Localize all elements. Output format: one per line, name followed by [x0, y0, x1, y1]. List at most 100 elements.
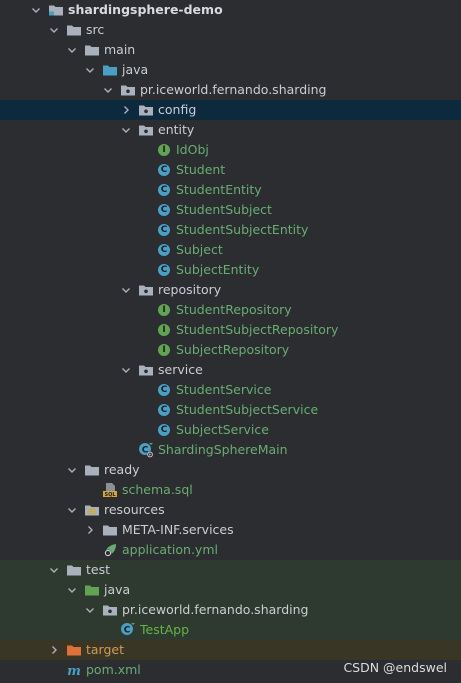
- folder-icon: [102, 522, 118, 538]
- tree-node-ready[interactable]: ready: [0, 460, 461, 480]
- tree-node-subjectservice[interactable]: C SubjectService: [0, 420, 461, 440]
- class-icon: C: [156, 422, 172, 438]
- tree-node-application-yml[interactable]: application.yml: [0, 540, 461, 560]
- tree-node-studentservice[interactable]: C StudentService: [0, 380, 461, 400]
- tree-node-meta-inf-services[interactable]: META-INF.services: [0, 520, 461, 540]
- package-icon: [138, 102, 154, 118]
- interface-icon: I: [156, 302, 172, 318]
- tree-node-target[interactable]: target: [0, 640, 461, 660]
- tree-node-label: SubjectRepository: [176, 342, 290, 357]
- chevron-down-icon[interactable]: [102, 84, 114, 96]
- spring-yml-icon: [102, 542, 118, 558]
- tree-node-resources[interactable]: resources: [0, 500, 461, 520]
- resources-folder-icon: [84, 502, 100, 518]
- tree-node-label: repository: [158, 282, 222, 297]
- tree-node-label: java: [104, 582, 131, 597]
- tree-node-studentsubjectrepository[interactable]: I StudentSubjectRepository: [0, 320, 461, 340]
- tree-node-label: schema.sql: [122, 482, 193, 497]
- tree-node-subjectentity[interactable]: C SubjectEntity: [0, 260, 461, 280]
- package-icon: [120, 82, 136, 98]
- tree-node-label: META-INF.services: [122, 522, 234, 537]
- tree-node-studentrepository[interactable]: I StudentRepository: [0, 300, 461, 320]
- chevron-down-icon[interactable]: [48, 564, 60, 576]
- tree-node-label: Subject: [176, 242, 223, 257]
- tree-node-java[interactable]: java: [0, 60, 461, 80]
- tree-node-repository[interactable]: repository: [0, 280, 461, 300]
- tree-node-student[interactable]: C Student: [0, 160, 461, 180]
- tree-node-studentsubjectentity[interactable]: C StudentSubjectEntity: [0, 220, 461, 240]
- chevron-down-icon[interactable]: [84, 604, 96, 616]
- chevron-down-icon[interactable]: [48, 24, 60, 36]
- project-tree[interactable]: m pom.xml target C TestApp pr.iceworld.fernan…: [0, 0, 461, 683]
- tree-node-schema-sql[interactable]: SQL schema.sql: [0, 480, 461, 500]
- tree-node-entity[interactable]: entity: [0, 120, 461, 140]
- excluded-folder-icon: [66, 642, 82, 658]
- source-folder-icon: [102, 62, 118, 78]
- chevron-right-icon[interactable]: [48, 644, 60, 656]
- tree-node-label: main: [104, 42, 136, 57]
- tree-node-subjectrepository[interactable]: I SubjectRepository: [0, 340, 461, 360]
- tree-node-main[interactable]: main: [0, 40, 461, 60]
- class-icon: C: [156, 162, 172, 178]
- class-icon: C: [156, 402, 172, 418]
- tree-node-idobj[interactable]: I IdObj: [0, 140, 461, 160]
- tree-node-label: config: [158, 102, 197, 117]
- tree-node-label: java: [122, 62, 149, 77]
- tree-node-shardingsphere-demo[interactable]: shardingsphere-demo: [0, 0, 461, 20]
- folder-icon: [66, 22, 82, 38]
- module-folder-icon: [48, 2, 64, 18]
- chevron-down-icon[interactable]: [120, 284, 132, 296]
- tree-node-label: pr.iceworld.fernando.sharding: [122, 602, 309, 617]
- chevron-down-icon[interactable]: [120, 124, 132, 136]
- tree-node-testapp[interactable]: C TestApp: [0, 620, 461, 640]
- tree-node-shardingspheremain[interactable]: C ShardingSphereMain: [0, 440, 461, 460]
- tree-node-studentsubjectservice[interactable]: C StudentSubjectService: [0, 400, 461, 420]
- tree-node-label: target: [86, 642, 125, 657]
- class-icon: C: [156, 382, 172, 398]
- tree-node-label: StudentSubject: [176, 202, 272, 217]
- chevron-down-icon[interactable]: [66, 464, 78, 476]
- tree-node-test[interactable]: test: [0, 560, 461, 580]
- chevron-down-icon[interactable]: [66, 504, 78, 516]
- tree-node-label: SubjectService: [176, 422, 269, 437]
- chevron-down-icon[interactable]: [66, 44, 78, 56]
- tree-node-service[interactable]: service: [0, 360, 461, 380]
- svg-text:C: C: [124, 626, 131, 636]
- tree-node-java[interactable]: java: [0, 580, 461, 600]
- chevron-down-icon[interactable]: [84, 64, 96, 76]
- tree-node-config[interactable]: config: [0, 100, 461, 120]
- tree-node-label: StudentSubjectEntity: [176, 222, 309, 237]
- tree-node-label: shardingsphere-demo: [68, 2, 223, 17]
- spring-test-class-icon: C: [120, 622, 136, 638]
- spring-main-class-icon: C: [138, 442, 154, 458]
- tree-node-studentsubject[interactable]: C StudentSubject: [0, 200, 461, 220]
- tree-node-label: StudentEntity: [176, 182, 262, 197]
- tree-node-label: StudentSubjectService: [176, 402, 319, 417]
- class-icon: C: [156, 202, 172, 218]
- tree-node-pr-iceworld-fernando-sharding[interactable]: pr.iceworld.fernando.sharding: [0, 600, 461, 620]
- class-icon: C: [156, 242, 172, 258]
- chevron-down-icon[interactable]: [66, 584, 78, 596]
- tree-node-studententity[interactable]: C StudentEntity: [0, 180, 461, 200]
- sql-file-icon: SQL: [102, 482, 118, 498]
- csdn-watermark: CSDN @endswel: [343, 660, 447, 675]
- chevron-right-icon[interactable]: [84, 524, 96, 536]
- tree-node-pr-iceworld-fernando-sharding[interactable]: pr.iceworld.fernando.sharding: [0, 80, 461, 100]
- class-icon: C: [156, 222, 172, 238]
- tree-node-subject[interactable]: C Subject: [0, 240, 461, 260]
- chevron-down-icon[interactable]: [120, 364, 132, 376]
- tree-node-src[interactable]: src: [0, 20, 461, 40]
- folder-icon: [84, 42, 100, 58]
- chevron-down-icon[interactable]: [30, 4, 42, 16]
- chevron-right-icon[interactable]: [120, 104, 132, 116]
